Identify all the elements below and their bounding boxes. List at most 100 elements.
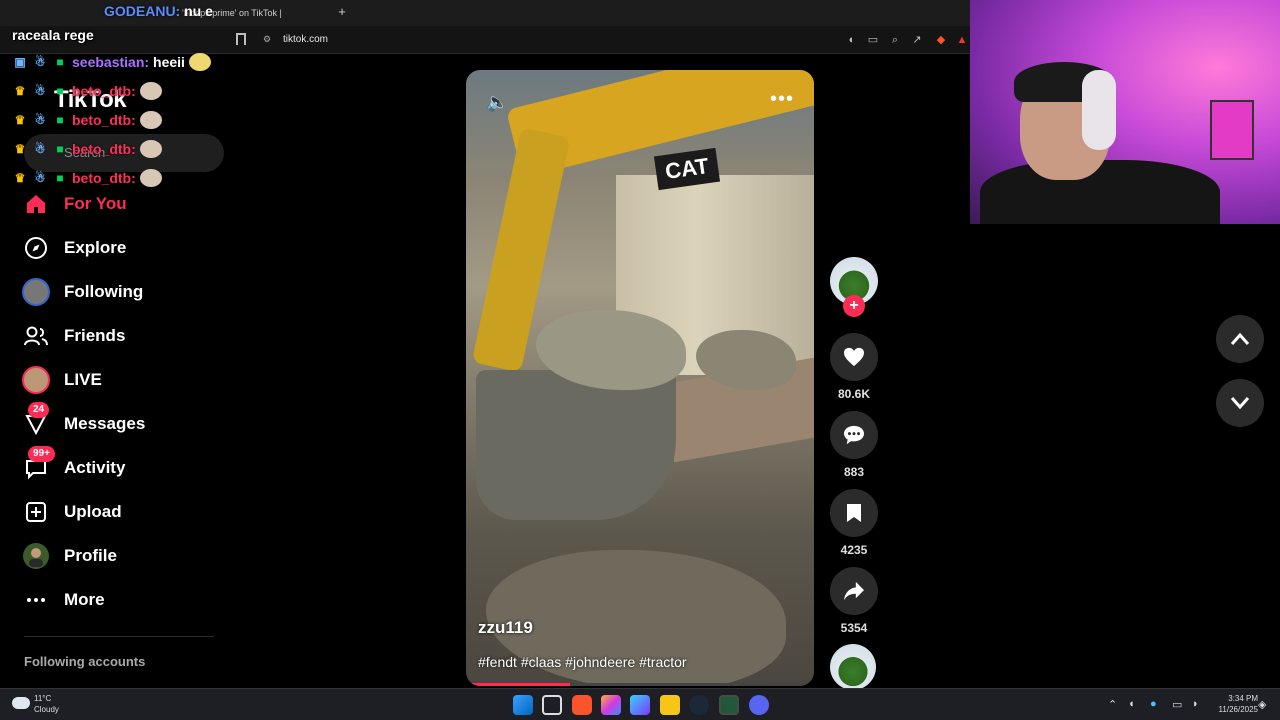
microphone-icon[interactable]: ● — [1150, 698, 1157, 710]
like-button[interactable] — [830, 333, 878, 381]
previous-video-button[interactable] — [1216, 315, 1264, 363]
crown-icon: ♛ — [14, 171, 26, 185]
m365-icon[interactable] — [630, 695, 650, 715]
bot-icon: ☃ — [34, 55, 46, 69]
upload-icon — [22, 498, 50, 526]
avatar-icon — [22, 278, 50, 306]
volume-icon[interactable]: ◗ — [1192, 698, 1199, 710]
cloud-icon[interactable] — [12, 697, 30, 709]
video-progress-bar[interactable] — [466, 683, 814, 686]
gift-icon: ■ — [56, 142, 64, 156]
nav-messages[interactable]: 24 Messages — [22, 402, 146, 439]
nav-label: Messages — [64, 414, 146, 433]
save-button[interactable] — [830, 489, 878, 537]
gift-icon: ■ — [56, 113, 64, 127]
compass-icon — [22, 234, 50, 262]
more-options-icon[interactable]: ••• — [770, 88, 794, 111]
badge-icon: ▣ — [14, 55, 26, 69]
like-count: 80.6K — [837, 387, 871, 401]
comment-button[interactable] — [830, 411, 878, 459]
excavator-bucket — [476, 370, 676, 520]
following-accounts-title: Following accounts — [24, 654, 146, 669]
clock-time[interactable]: 3:34 PM — [1218, 694, 1258, 703]
clock-date[interactable]: 11/26/2025 — [1206, 705, 1258, 714]
nav-label: Friends — [64, 326, 126, 345]
save-count: 4235 — [840, 543, 868, 557]
terminal-icon[interactable] — [719, 695, 739, 715]
zoom-icon[interactable]: ⌕ — [888, 33, 902, 47]
site-settings-icon[interactable]: ⚙ — [263, 34, 271, 45]
brave-browser-icon[interactable] — [572, 695, 592, 715]
nav-friends[interactable]: Friends — [22, 321, 125, 351]
nav-label: Profile — [64, 546, 117, 565]
chat-message: ♛ ☃ ■ beto_dtb: — [12, 167, 162, 189]
bookmark-icon — [847, 504, 861, 522]
reader-mode-icon[interactable]: ◐ — [845, 33, 859, 47]
nav-more[interactable]: More — [22, 585, 105, 615]
video-author[interactable]: zzu119 — [478, 618, 533, 638]
chat-streamer-line: GODEANU: nu e — [104, 3, 213, 19]
address-bar: ⚙ tiktok.com ◐ ▭ ⌕ ↗ ◆ ▲ — [0, 26, 970, 54]
music-disc-icon[interactable] — [830, 644, 876, 690]
share-arrow-icon — [844, 581, 864, 601]
discord-icon[interactable] — [749, 695, 769, 715]
brave-shield-icon[interactable]: ◆ — [934, 33, 948, 47]
picture-in-picture-icon[interactable]: ▭ — [866, 33, 880, 47]
task-view-icon[interactable] — [542, 695, 562, 715]
volume-icon[interactable]: 🔈 — [486, 92, 508, 113]
share-button[interactable] — [830, 567, 878, 615]
nav-activity[interactable]: 99+ Activity — [22, 446, 126, 483]
chat-message: ♛ ☃ ■ beto_dtb: — [12, 109, 162, 131]
crown-icon: ♛ — [14, 142, 26, 156]
steam-icon[interactable] — [689, 695, 709, 715]
nav-for-you[interactable]: For You — [22, 189, 127, 219]
start-icon[interactable] — [513, 695, 533, 715]
video-progress-fill — [466, 683, 571, 686]
streamer-message: nu e — [184, 3, 213, 19]
nav-upload[interactable]: Upload — [22, 497, 122, 527]
chat-username: beto_dtb: — [72, 112, 136, 128]
new-tab-button[interactable]: + — [334, 3, 350, 21]
speaker-icon[interactable]: ◖ — [1128, 698, 1135, 710]
nav-following[interactable]: Following — [22, 277, 143, 307]
nav-label: Activity — [64, 458, 126, 477]
chat-text: heeii — [153, 54, 185, 70]
video-caption[interactable]: #fendt #claas #johndeere #tractor — [478, 654, 687, 670]
crown-icon: ♛ — [14, 84, 26, 98]
chat-username: beto_dtb: — [72, 83, 136, 99]
weather-temperature[interactable]: 11°C — [34, 694, 51, 703]
chat-channel-name: raceala rege — [12, 27, 94, 43]
chat-message: ▣ ☃ ■ seebastian: heeii — [12, 51, 211, 73]
follow-plus-icon[interactable]: + — [843, 295, 865, 317]
streamer-body — [980, 160, 1220, 224]
video-player[interactable]: CAT 🔈 ••• zzu119 #fendt #claas #johndeer… — [466, 70, 814, 686]
emote-icon — [139, 169, 162, 187]
messages-count-badge: 24 — [28, 402, 50, 418]
headset-icon — [1082, 70, 1116, 150]
live-icon — [22, 366, 50, 394]
taskbar: 11°C Cloudy ⌃ ◖ ● ▭ ◗ 3:34 PM 11/26/2025… — [0, 688, 1280, 720]
chat-username: beto_dtb: — [72, 141, 136, 157]
nav-divider — [24, 636, 214, 637]
nav-label: For You — [64, 194, 127, 213]
streamer-name: GODEANU: — [104, 3, 181, 19]
bot-icon: ☃ — [34, 113, 46, 127]
notification-bell-icon[interactable]: ◈ — [1258, 698, 1266, 711]
profile-icon — [22, 542, 50, 570]
file-explorer-icon[interactable] — [660, 695, 680, 715]
emote-icon — [139, 111, 162, 129]
nav-profile[interactable]: Profile — [22, 541, 117, 571]
rewards-icon[interactable]: ▲ — [955, 33, 969, 47]
next-video-button[interactable] — [1216, 379, 1264, 427]
bookmark-icon[interactable] — [236, 33, 246, 45]
share-icon[interactable]: ↗ — [910, 33, 924, 47]
comment-icon — [844, 425, 864, 445]
url-field[interactable]: tiktok.com — [283, 34, 328, 45]
copilot-icon[interactable] — [601, 695, 621, 715]
weather-description[interactable]: Cloudy — [34, 705, 59, 714]
nav-live[interactable]: LIVE — [22, 365, 102, 395]
bot-icon: ☃ — [34, 84, 46, 98]
tray-chevron-icon[interactable]: ⌃ — [1108, 698, 1117, 711]
network-icon[interactable]: ▭ — [1172, 698, 1182, 711]
nav-explore[interactable]: Explore — [22, 233, 126, 263]
